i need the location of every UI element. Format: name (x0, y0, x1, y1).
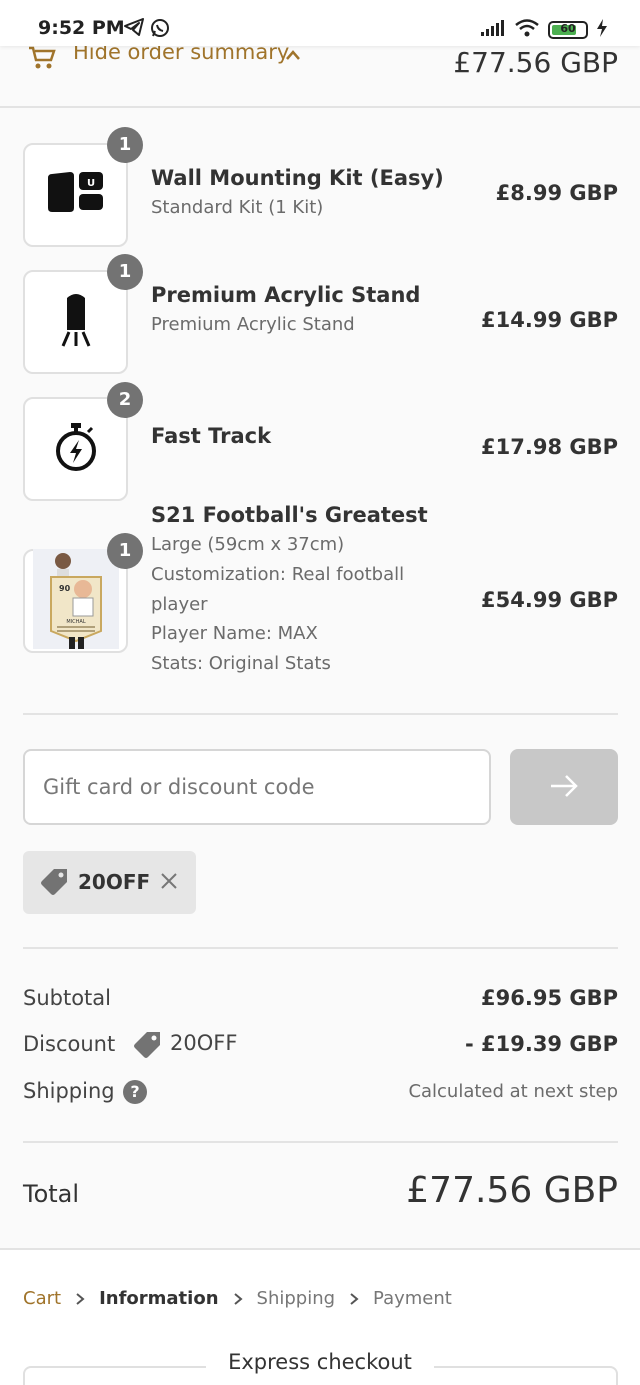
item-stats: Stats: Original Stats (151, 653, 331, 674)
item-player-name: Player Name: MAX (151, 623, 318, 644)
breadcrumb: Cart Information Shipping Payment (23, 1288, 452, 1309)
chevron-right-icon (233, 1292, 243, 1306)
card-rating: 90 (59, 584, 71, 593)
arrow-right-icon (549, 774, 579, 801)
quantity-badge: 1 (107, 254, 143, 290)
subtotal-label: Subtotal (23, 986, 111, 1010)
status-bar: 9:52 PM 60 (0, 0, 640, 46)
express-checkout-label: Express checkout (206, 1350, 434, 1374)
breadcrumb-cart[interactable]: Cart (23, 1288, 61, 1309)
divider (23, 1141, 618, 1143)
player-card-image: 90 MICHAL (32, 549, 119, 653)
item-price: £54.99 GBP (481, 588, 618, 612)
discount-label: Discount (23, 1032, 116, 1056)
wifi-icon (514, 18, 540, 42)
breadcrumb-information: Information (99, 1288, 219, 1309)
battery-level: 60 (560, 22, 576, 35)
telegram-icon (124, 18, 144, 42)
chevron-right-icon (349, 1292, 359, 1306)
cart-icon (28, 46, 56, 76)
tag-icon (132, 1030, 162, 1064)
signal-icon (480, 19, 506, 41)
svg-text:U: U (86, 178, 94, 189)
quantity-badge: 1 (107, 533, 143, 569)
discount-code: 20OFF (170, 1031, 238, 1055)
wall-mount-kit-icon: U (46, 170, 106, 220)
applied-discount-code: 20OFF (78, 870, 151, 894)
divider (23, 947, 618, 949)
item-price: £8.99 GBP (495, 181, 618, 205)
item-title: Wall Mounting Kit (Easy) (151, 166, 444, 190)
divider (23, 713, 618, 715)
whatsapp-icon (150, 18, 170, 42)
card-player-name: MICHAL (66, 619, 85, 625)
item-price: £14.99 GBP (481, 308, 618, 332)
stopwatch-icon (54, 422, 98, 476)
shipping-label: Shipping (23, 1079, 115, 1103)
chevron-right-icon (75, 1292, 85, 1306)
breadcrumb-shipping: Shipping (256, 1288, 336, 1309)
status-time: 9:52 PM (38, 17, 125, 39)
item-price: £17.98 GBP (481, 435, 618, 459)
quantity-badge: 1 (107, 127, 143, 163)
tag-icon (39, 867, 69, 901)
item-title: S21 Football's Greatest (151, 503, 428, 527)
item-customization-cont: player (151, 594, 208, 615)
applied-discount-tag: 20OFF (23, 851, 196, 914)
item-variant: Large (59cm x 37cm) (151, 534, 345, 555)
item-variant: Premium Acrylic Stand (151, 314, 355, 335)
help-icon[interactable]: ? (123, 1080, 147, 1104)
item-title: Premium Acrylic Stand (151, 283, 421, 307)
total-value: £77.56 GBP (406, 1170, 618, 1211)
order-summary-toggle[interactable]: Hide order summary £77.56 GBP (0, 40, 640, 108)
charging-icon (596, 19, 608, 41)
checkout-main: Cart Information Shipping Payment Expres… (0, 1248, 640, 1385)
shipping-value: Calculated at next step (408, 1081, 618, 1102)
breadcrumb-payment: Payment (373, 1288, 452, 1309)
discount-code-input[interactable] (23, 749, 491, 825)
remove-discount-icon[interactable] (159, 871, 179, 895)
acrylic-stand-icon (59, 292, 93, 352)
item-variant: Standard Kit (1 Kit) (151, 197, 324, 218)
total-label: Total (23, 1180, 80, 1208)
apply-discount-button[interactable] (510, 749, 618, 825)
item-customization: Customization: Real football (151, 564, 405, 585)
summary-total: £77.56 GBP (453, 46, 618, 79)
chevron-up-icon (285, 46, 301, 65)
quantity-badge: 2 (107, 382, 143, 418)
item-title: Fast Track (151, 424, 272, 448)
battery-icon: 60 (548, 21, 588, 39)
subtotal-value: £96.95 GBP (481, 986, 618, 1010)
discount-value: - £19.39 GBP (464, 1032, 618, 1056)
